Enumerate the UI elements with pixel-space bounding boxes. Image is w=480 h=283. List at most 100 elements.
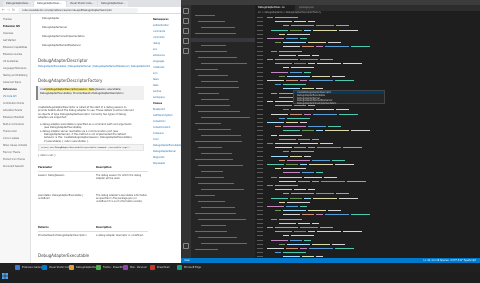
right-nav-item[interactable]: comments [153, 36, 165, 39]
tree-row[interactable] [195, 249, 218, 250]
left-nav-item[interactable]: Document Selector [3, 165, 24, 168]
right-nav-item[interactable]: tasks [153, 78, 159, 81]
tree-row[interactable] [201, 135, 241, 136]
taskbar-item[interactable]: Extension Gallery [14, 264, 42, 271]
tree-row[interactable] [195, 213, 236, 214]
right-nav-item[interactable]: window [153, 90, 161, 93]
section-links[interactable]: DebugAdapterExecutable | DebugAdapterSer… [38, 65, 150, 68]
search-icon[interactable] [183, 18, 189, 24]
tree-row[interactable] [198, 165, 243, 166]
left-nav-item[interactable]: Extension Capabilities [3, 46, 27, 49]
right-nav-item[interactable]: CodeActionKind [153, 126, 170, 129]
right-nav-item[interactable]: Diagnostic [153, 156, 165, 159]
left-nav-item[interactable]: Get Started [3, 39, 16, 42]
code-editor[interactable] [255, 5, 480, 258]
left-nav-item[interactable]: When clause contexts [3, 144, 27, 147]
suggest-item[interactable]: DebugAdapterInlineImplementation [297, 102, 336, 105]
left-nav-item[interactable]: Testing and Publishing [3, 74, 27, 77]
suggest-widget[interactable]: createDebugAdapterDescriptor DebugAdapte… [293, 90, 385, 105]
back-icon[interactable]: ← [2, 8, 5, 12]
right-nav-item[interactable]: scm [153, 72, 157, 75]
tree-row[interactable] [198, 147, 222, 148]
tree-row[interactable] [198, 219, 246, 220]
right-nav-item[interactable]: Color [153, 138, 159, 141]
address-bar[interactable]: code.visualstudio.com/api/references/vsc… [18, 8, 138, 13]
return-type[interactable]: ProviderResult<DebugAdapterDescriptor> [38, 234, 92, 237]
forward-icon[interactable]: → [7, 8, 10, 12]
left-nav-item[interactable]: Theme Color [3, 130, 17, 133]
tree-row[interactable] [195, 159, 233, 160]
left-nav-item[interactable]: Overview [3, 32, 13, 35]
left-nav-item[interactable]: Icons in Labels [3, 137, 19, 140]
right-nav-item[interactable]: env [153, 48, 157, 51]
right-nav-item[interactable]: Disposable [153, 162, 165, 165]
right-nav-item[interactable]: notebooks [153, 66, 164, 69]
right-nav-item[interactable]: CodeAction [153, 120, 165, 123]
param-name[interactable]: session: DebugSession [38, 174, 92, 177]
left-nav-item[interactable]: Language Extensions [3, 67, 26, 70]
right-nav-item[interactable]: CodeLens [153, 132, 164, 135]
taskbar-item[interactable]: PowerShell [149, 264, 175, 271]
left-nav-item[interactable]: Extension API [3, 25, 20, 28]
breadcrumb[interactable]: src > debugAdapter.ts > DebugAdapterDesc… [258, 11, 321, 14]
tree-row[interactable] [201, 63, 247, 64]
tree-row[interactable] [198, 201, 225, 202]
left-nav-item[interactable]: Extension Guides [3, 53, 22, 56]
left-nav-item[interactable]: Advanced Topics [3, 81, 21, 84]
tree-row[interactable] [195, 33, 236, 34]
tree-row[interactable] [198, 75, 228, 76]
taskbar-item[interactable]: Mail - Personal [122, 264, 148, 271]
right-nav-item[interactable]: CallHierarchyItem [153, 114, 173, 117]
right-nav-item[interactable]: commands [153, 30, 165, 33]
right-nav-item[interactable]: languages [153, 60, 164, 63]
tree-row[interactable] [195, 141, 242, 142]
tree-row[interactable] [195, 87, 239, 88]
source-control-icon[interactable] [183, 28, 189, 34]
left-nav-item[interactable]: UX Guidelines [3, 60, 18, 63]
left-nav-item[interactable]: References [3, 88, 17, 91]
taskbar-item[interactable]: Firefox - PowerShell [95, 264, 125, 271]
windows-start-icon[interactable] [2, 264, 8, 279]
taskbar-item[interactable]: DebugAdapterDesc... [68, 264, 101, 271]
left-nav-item[interactable]: Extension Manifest [3, 116, 24, 119]
tree-row[interactable] [195, 123, 221, 124]
tree-row[interactable] [198, 111, 240, 112]
taskbar-item[interactable]: Microsoft Edge [176, 264, 202, 271]
tree-row[interactable] [195, 105, 230, 106]
left-nav-item[interactable]: Product Icon Theme [3, 158, 25, 161]
right-nav-item[interactable]: DebugAdapterExecutable [153, 144, 181, 147]
debug-icon[interactable] [183, 38, 189, 44]
tree-row[interactable] [195, 177, 224, 178]
right-nav-item[interactable]: tests [153, 84, 158, 87]
param-name[interactable]: executable: DebugAdapterExecutable | und… [38, 194, 92, 200]
tree-row[interactable] [198, 21, 225, 22]
tree-row[interactable] [195, 15, 215, 16]
tree-row[interactable] [201, 207, 235, 208]
left-nav-item[interactable]: Activation Events [3, 109, 22, 112]
left-nav-item[interactable]: Themes [3, 18, 12, 21]
right-nav-item[interactable]: debug [153, 42, 160, 45]
tree-row[interactable] [201, 153, 232, 154]
tree-row[interactable] [201, 45, 226, 46]
tree-row[interactable] [201, 243, 247, 244]
right-nav-item[interactable]: extensions [153, 54, 165, 57]
right-nav-item[interactable]: workspace [153, 96, 165, 99]
tree-row[interactable] [195, 51, 227, 52]
left-nav-item[interactable]: Contribution Points [3, 102, 24, 105]
explorer-icon[interactable] [183, 8, 189, 14]
right-nav-item[interactable]: DebugAdapterServer [153, 150, 176, 153]
tree-row[interactable] [198, 183, 234, 184]
tree-row[interactable] [195, 69, 218, 70]
tree-row[interactable] [201, 171, 223, 172]
right-nav-item[interactable]: Breakpoint [153, 108, 165, 111]
right-nav-item[interactable]: authentication [153, 24, 169, 27]
gear-icon[interactable] [183, 243, 189, 249]
left-nav-item[interactable]: File Icon Theme [3, 151, 20, 154]
tree-row[interactable] [198, 93, 219, 94]
tree-row[interactable] [198, 57, 237, 58]
extensions-icon[interactable] [183, 48, 189, 54]
tree-row[interactable] [201, 27, 235, 28]
left-nav-item[interactable]: Built-in Commands [3, 123, 24, 126]
tree-row[interactable] [198, 237, 237, 238]
tree-row[interactable] [195, 195, 215, 196]
